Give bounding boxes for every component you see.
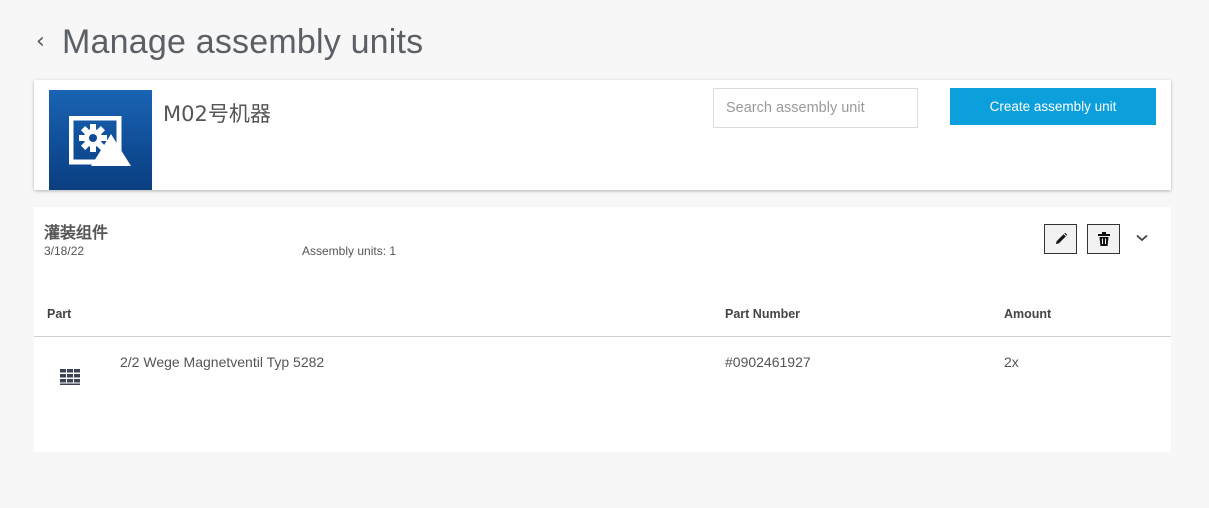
assembly-unit-name: 灌装组件 bbox=[44, 223, 109, 242]
grid-part-icon bbox=[60, 369, 80, 390]
machine-thumbnail bbox=[49, 90, 152, 190]
assembly-unit-count: Assembly units: 1 bbox=[302, 244, 397, 258]
part-number: #0902461927 bbox=[725, 354, 811, 370]
column-header-part-number: Part Number bbox=[725, 307, 801, 321]
page-title: Manage assembly units bbox=[62, 22, 424, 61]
column-header-amount: Amount bbox=[1004, 307, 1052, 321]
table-row: 2/2 Wege Magnetventil Typ 5282 #09024619… bbox=[34, 337, 1171, 397]
trash-icon bbox=[1097, 232, 1110, 246]
expand-toggle[interactable] bbox=[1131, 227, 1153, 249]
assembly-unit-card: 灌装组件 3/18/22 Assembly units: 1 Part Part… bbox=[34, 207, 1171, 452]
back-button[interactable]: ‹ bbox=[36, 31, 56, 53]
gear-image-icon bbox=[69, 116, 131, 166]
pencil-icon bbox=[1055, 232, 1067, 244]
assembly-unit-date: 3/18/22 bbox=[44, 244, 85, 258]
machine-card: M02号机器 Create assembly unit bbox=[34, 80, 1171, 190]
machine-name: M02号机器 bbox=[163, 102, 271, 126]
delete-button[interactable] bbox=[1087, 224, 1120, 254]
edit-button[interactable] bbox=[1044, 224, 1077, 254]
search-input[interactable] bbox=[713, 88, 918, 128]
column-header-part: Part bbox=[47, 307, 72, 321]
page-header: ‹ Manage assembly units bbox=[36, 20, 423, 64]
chevron-down-icon bbox=[1136, 234, 1148, 242]
create-assembly-unit-button[interactable]: Create assembly unit bbox=[950, 88, 1156, 125]
part-name: 2/2 Wege Magnetventil Typ 5282 bbox=[120, 354, 325, 370]
part-amount: 2x bbox=[1004, 354, 1019, 370]
